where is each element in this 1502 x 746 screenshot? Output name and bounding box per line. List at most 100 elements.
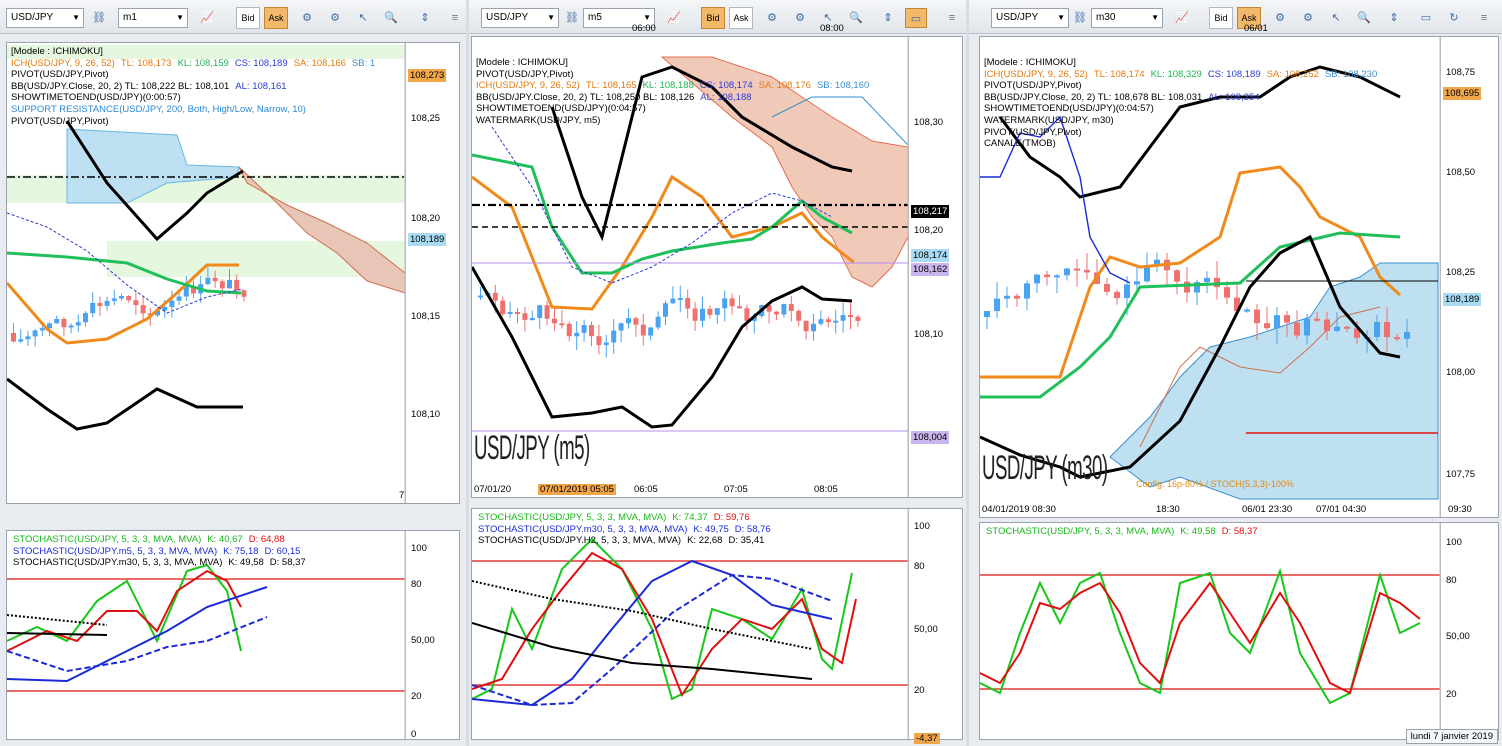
price-axis: 108,30108,20108,10108,00108,217108,17410…	[908, 37, 962, 497]
cursor-icon[interactable]: ↖	[1325, 8, 1347, 28]
symbol-select[interactable]: USD/JPY ▼	[481, 8, 559, 28]
fit-icon[interactable]: ⇕	[1383, 8, 1405, 28]
indicator-line: BB(USD/JPY.Close, 20, 2) TL: 108,678 BL:…	[984, 92, 1377, 104]
candle-body	[692, 308, 698, 321]
link-icon[interactable]: ⛓	[561, 8, 583, 28]
candle-body	[1254, 309, 1260, 324]
candle-body	[855, 316, 861, 321]
candle-body	[1374, 321, 1380, 337]
symbol-select[interactable]: USD/JPY ▼	[991, 8, 1069, 28]
symbol-value: USD/JPY	[996, 12, 1039, 23]
candle-body	[788, 304, 794, 311]
timeframe-select[interactable]: m30 ▼	[1091, 8, 1163, 28]
indicator-line: ICH(USD/JPY, 9, 26, 52) TL: 108,174 KL: 10…	[984, 69, 1377, 81]
menu-icon[interactable]: ≡	[941, 8, 963, 28]
menu-icon[interactable]: ≡	[444, 8, 466, 28]
stoch-k-line	[472, 537, 853, 701]
stochastic-chart[interactable]: STOCHASTIC(USD/JPY, 5, 3, 3, MVA, MVA) K:…	[471, 508, 963, 744]
chart-type-icon[interactable]: 📈	[196, 8, 218, 28]
time-axis-label: 04/01/2019 08:30	[982, 504, 1056, 515]
fit-icon[interactable]: ⇕	[414, 8, 436, 28]
price-tag: 108,189	[1443, 293, 1482, 306]
stochastic-d: D: 58,37	[1221, 526, 1258, 537]
price-tick-label: 108,10	[411, 409, 441, 420]
candle-body	[522, 313, 528, 320]
candle-body	[1074, 268, 1080, 271]
indicator-legend: [Modele : ICHIMOKU] ICH(USD/JPY, 9, 26, 5…	[11, 46, 375, 127]
indicator-name: PIVOT(USD/JPY,Pivot)	[984, 126, 1082, 138]
candle-body	[1264, 323, 1270, 329]
indicator-line: PIVOT(USD/JPY,Pivot)	[11, 69, 375, 81]
indicator-name: PIVOT(USD/JPY,Pivot)	[984, 80, 1082, 92]
indicator-line: CANALE(TMOB)	[984, 138, 1377, 150]
candle-body	[596, 336, 602, 346]
price-chart[interactable]: [Modele : ICHIMOKU] PIVOT(USD/JPY,Pivot) I…	[471, 23, 963, 498]
candle-body	[1014, 295, 1020, 299]
indicator-value: AL: 108,188	[700, 91, 752, 103]
indicator-icon[interactable]: ⚙	[789, 8, 811, 28]
stochastic-name: STOCHASTIC(USD/JPY, 5, 3, 3, MVA, MVA)	[478, 512, 667, 523]
ask-button[interactable]: Ask	[729, 7, 753, 29]
fit-icon[interactable]: ⇕	[877, 8, 899, 28]
indicator-icon[interactable]: ⚙	[761, 8, 783, 28]
candle-body	[478, 295, 483, 298]
chart-type-icon[interactable]: 📈	[1171, 8, 1193, 28]
stochastic-line: STOCHASTIC(USD/JPY.H2, 5, 3, 3, MVA, MVA…	[478, 535, 771, 547]
candle-body	[492, 292, 498, 301]
stochastic-tick-label: 80	[914, 561, 925, 572]
chevron-down-icon: ▼	[547, 13, 555, 22]
indicator-icon[interactable]: ⚙	[296, 8, 318, 28]
indicator-value: TL: 108,174	[1093, 68, 1145, 80]
link-icon[interactable]: ⛓	[1069, 8, 1091, 28]
ichimoku-cloud	[1109, 262, 1439, 500]
price-chart[interactable]: [Modele : ICHIMOKU] ICH(USD/JPY, 9, 26, 5…	[979, 23, 1499, 518]
candle-body	[648, 327, 654, 336]
stochastic-tick-label: 20	[411, 691, 422, 702]
refresh-icon[interactable]: ↻	[1443, 8, 1465, 28]
stochastic-tick-label: 50,00	[914, 624, 938, 635]
symbol-select[interactable]: USD/JPY ▼	[6, 8, 84, 28]
bid-button[interactable]: Bid	[236, 7, 260, 29]
indicator-line: ICH(USD/JPY, 9, 26, 52) TL: 108,173 KL: 10…	[11, 58, 375, 70]
zoom-icon[interactable]: 🔍	[380, 8, 402, 28]
zoom-icon[interactable]: 🔍	[1353, 8, 1375, 28]
chart-window-m30: USD/JPY ▼ ⛓ m30 ▼ 📈 Bid Ask ⚙ ⚙ ↖ 🔍 ⇕ ▭ ↻ …	[969, 0, 1502, 746]
time-axis-label: 18:30	[1156, 504, 1180, 515]
indicator-line: WATERMARK(USD/JPY, m30)	[984, 115, 1377, 127]
indicator-icon[interactable]: ⚙	[1269, 8, 1291, 28]
chevron-down-icon: ▼	[1057, 13, 1065, 22]
candle-body	[529, 318, 535, 321]
timeframe-select[interactable]: m1 ▼	[118, 8, 188, 28]
stochastic-k: K: 40,67	[207, 534, 243, 545]
candle-body	[97, 302, 103, 306]
comment-icon[interactable]: ▭	[1415, 8, 1437, 28]
indicator-icon[interactable]: ⚙	[324, 8, 346, 28]
zoom-icon[interactable]: 🔍	[845, 8, 867, 28]
price-tick-label: 108,30	[914, 117, 944, 128]
price-chart[interactable]: [Modele : ICHIMOKU] ICH(USD/JPY, 9, 26, 5…	[6, 42, 460, 504]
candle-body	[984, 311, 990, 317]
bid-button[interactable]: Bid	[701, 7, 725, 29]
bid-button[interactable]: Bid	[1209, 7, 1233, 29]
watermark-label: USD/JPY (m5)	[474, 429, 590, 467]
time-axis-label: 08:05	[814, 484, 838, 495]
candle-body	[1124, 284, 1130, 299]
candle-body	[994, 298, 1000, 312]
link-icon[interactable]: ⛓	[88, 8, 110, 28]
candle-body	[781, 304, 787, 315]
ask-button[interactable]: Ask	[264, 7, 288, 29]
indicator-value: KL: 108,329	[1150, 68, 1202, 80]
stochastic-chart[interactable]: STOCHASTIC(USD/JPY, 5, 3, 3, MVA, MVA) K:…	[6, 530, 460, 740]
indicator-icon[interactable]: ⚙	[1297, 8, 1319, 28]
chart-type-icon[interactable]: 📈	[663, 8, 685, 28]
stochastic-tick-label: 80	[1446, 575, 1457, 586]
time-axis-label: 06/01 23:30	[1242, 504, 1293, 515]
indicator-value: SB: 1	[351, 57, 376, 69]
cursor-icon[interactable]: ↖	[352, 8, 374, 28]
stochastic-chart[interactable]: STOCHASTIC(USD/JPY, 5, 3, 3, MVA, MVA) K:…	[979, 522, 1499, 740]
comment-icon[interactable]: ▭	[905, 8, 927, 28]
stoch-k-line	[980, 567, 1421, 705]
menu-icon[interactable]: ≡	[1473, 8, 1495, 28]
stochastic-name: STOCHASTIC(USD/JPY.H2, 5, 3, 3, MVA, MVA…	[478, 535, 682, 546]
stochastic-k: K: 49,75	[693, 523, 729, 535]
